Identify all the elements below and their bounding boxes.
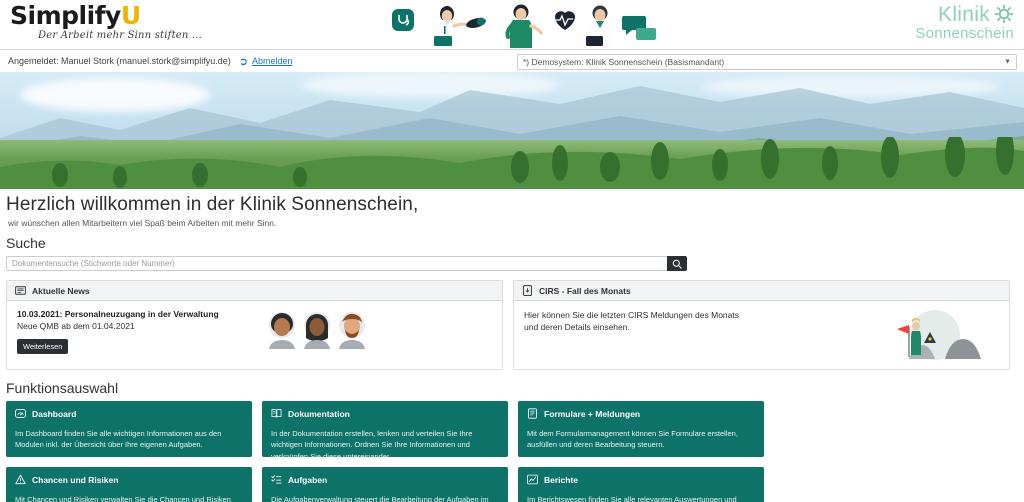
function-card-chancen-und-risiken[interactable]: Chancen und Risiken Mit Chancen und Risi…: [6, 467, 252, 502]
mandant-selected-value: *) Demosystem: Klinik Sonnenschein (Basi…: [523, 57, 725, 67]
function-card-title: Dashboard: [32, 408, 77, 419]
dashboard-icon: [15, 409, 26, 418]
news-item: 10.03.2021: Personalneuzugang in der Ver…: [17, 309, 219, 354]
functions-heading: Funktionsauswahl: [6, 380, 119, 396]
login-status-bar: Angemeldet: Manuel Stork (manuel.stork@s…: [0, 50, 1024, 72]
function-card-header: Dokumentation: [271, 408, 499, 419]
function-card-text: Im Dashboard finden Sie alle wichtigen I…: [15, 429, 222, 450]
main-content: Herzlich willkommen in der Klinik Sonnen…: [0, 194, 1024, 502]
function-card-header: Chancen und Risiken: [15, 474, 243, 485]
info-panels: Aktuelle News 10.03.2021: Personalneuzug…: [6, 280, 1018, 370]
read-more-button[interactable]: Weiterlesen: [17, 339, 69, 354]
cirs-description: Hier können Sie die letzten CIRS Meldung…: [524, 310, 739, 333]
chevron-down-icon: ▼: [1004, 58, 1011, 66]
logo-accent-letter: U: [120, 1, 141, 30]
function-card-text: In der Dokumentation erstellen, lenken u…: [271, 429, 473, 461]
news-panel: Aktuelle News 10.03.2021: Personalneuzug…: [6, 280, 503, 370]
news-panel-title: Aktuelle News: [32, 285, 90, 296]
function-card-aufgaben[interactable]: Aufgaben Die Aufgabenverwaltung steuert …: [262, 467, 508, 502]
news-item-title: 10.03.2021: Personalneuzugang in der Ver…: [17, 309, 219, 319]
news-avatars-illustration: [262, 309, 372, 351]
medical-team-illustration: [390, 0, 660, 48]
function-card-text: Die Aufgabenverwaltung steuert die Bearb…: [271, 495, 489, 502]
function-card-title: Berichte: [544, 474, 579, 485]
book-icon: [271, 409, 282, 418]
report-icon: [523, 285, 532, 296]
function-card-title: Dokumentation: [288, 408, 350, 419]
logo-tagline: Der Arbeit mehr Sinn stiften ...: [38, 30, 203, 41]
cirs-panel-body: Hier können Sie die letzten CIRS Meldung…: [514, 301, 1009, 369]
function-card-header: Berichte: [527, 474, 755, 485]
function-card-title: Aufgaben: [288, 474, 328, 485]
function-card-dashboard[interactable]: Dashboard Im Dashboard finden Sie alle w…: [6, 401, 252, 457]
klinik-logo-line1: Klinik: [915, 3, 1014, 26]
search-bar: Dokumentensuche (Stichworte oder Nummer): [6, 256, 687, 271]
app-header: SimplifyU Der Arbeit mehr Sinn stiften .…: [0, 0, 1024, 50]
function-card-formulare-meldungen[interactable]: Formulare + Meldungen Mit dem Formularma…: [518, 401, 764, 457]
logged-in-user-text: Angemeldet: Manuel Stork (manuel.stork@s…: [8, 56, 231, 66]
klinik-logo-line2: Sonnenschein: [915, 25, 1014, 43]
search-button[interactable]: [667, 256, 687, 271]
search-input[interactable]: Dokumentensuche (Stichworte oder Nummer): [6, 256, 667, 271]
klinik-sonnenschein-logo: Klinik Sonnenschein: [915, 3, 1014, 43]
logout-icon[interactable]: ➲: [239, 55, 248, 68]
function-card-text: Mit Chancen und Risiken verwalten Sie di…: [15, 495, 231, 502]
klinik-name: Klinik: [938, 3, 990, 26]
chart-icon: [527, 474, 538, 485]
function-card-title: Chancen und Risiken: [32, 474, 119, 485]
news-panel-header: Aktuelle News: [7, 281, 502, 301]
news-item-subtitle: Neue QMB ab dem 01.04.2021: [17, 321, 135, 331]
warning-triangle-icon: [15, 474, 26, 485]
checklist-icon: [271, 475, 282, 484]
function-card-text: Mit dem Formularmanagement können Sie Fo…: [527, 429, 738, 450]
cirs-panel-title: CIRS - Fall des Monats: [539, 285, 631, 296]
function-card-header: Aufgaben: [271, 474, 499, 485]
search-icon: [672, 259, 682, 269]
hero-banner-image: [0, 72, 1024, 189]
logo-word: Simplify: [10, 1, 121, 30]
logo-text: SimplifyU: [10, 3, 202, 28]
logout-link[interactable]: Abmelden: [252, 56, 293, 66]
newspaper-icon: [15, 286, 26, 295]
form-icon: [528, 408, 537, 419]
simplifyu-logo[interactable]: SimplifyU Der Arbeit mehr Sinn stiften .…: [10, 3, 202, 41]
function-card-dokumentation[interactable]: Dokumentation In der Dokumentation erste…: [262, 401, 508, 461]
page-title: Herzlich willkommen in der Klinik Sonnen…: [6, 194, 419, 215]
function-card-berichte[interactable]: Berichte Im Berichtswesen finden Sie all…: [518, 467, 764, 502]
function-card-title: Formulare + Meldungen: [544, 408, 641, 419]
news-panel-body: 10.03.2021: Personalneuzugang in der Ver…: [7, 301, 502, 369]
welcome-subtitle: wir wünschen allen Mitarbeitern viel Spa…: [8, 218, 277, 228]
cirs-panel: CIRS - Fall des Monats Hier können Sie d…: [513, 280, 1010, 370]
function-cards-grid: Dashboard Im Dashboard finden Sie alle w…: [6, 401, 1018, 502]
cirs-illustration: [879, 309, 989, 361]
function-card-text: Im Berichtswesen finden Sie alle relevan…: [527, 495, 737, 502]
search-heading: Suche: [6, 235, 46, 251]
banner-treeline: [0, 137, 1024, 189]
sun-icon: [994, 4, 1014, 24]
mandant-select[interactable]: *) Demosystem: Klinik Sonnenschein (Basi…: [517, 54, 1017, 70]
cirs-panel-header: CIRS - Fall des Monats: [514, 281, 1009, 301]
function-card-header: Dashboard: [15, 408, 243, 419]
function-card-header: Formulare + Meldungen: [527, 408, 755, 419]
